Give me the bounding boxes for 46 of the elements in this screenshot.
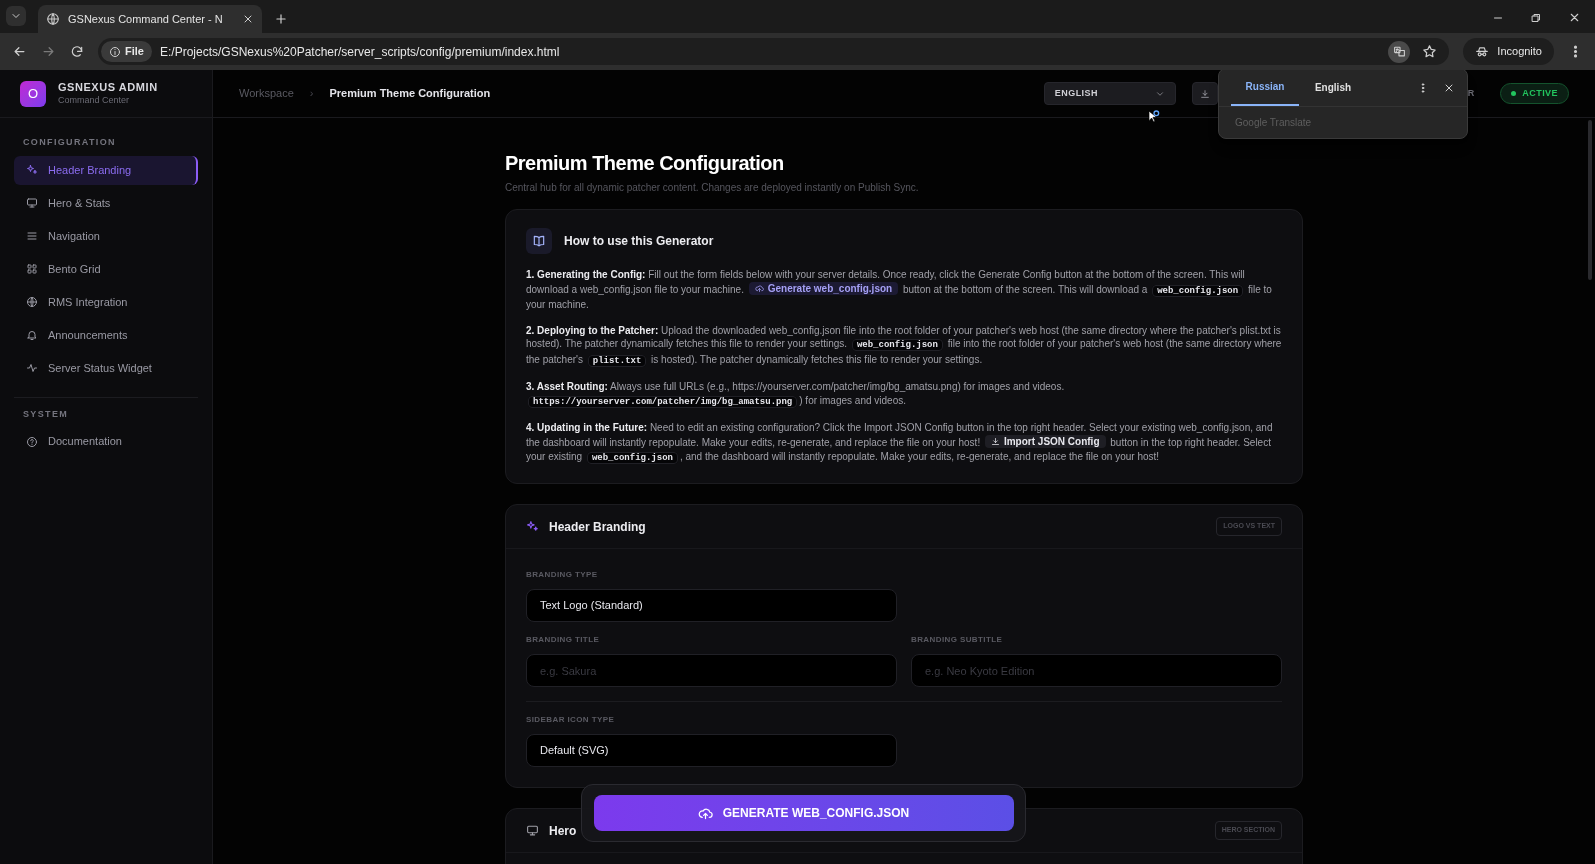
page-subtitle: Central hub for all dynamic patcher content. Changes are deployed instantly on Publish Sync. <box>505 181 920 195</box>
instruction-paragraph: 2. Deploying to the Patcher: Upload the downloaded web_config.json file into the root folder of your patcher's web host (the same directory where the patcher's plist.txt is hosted). The patcher dynamically fetches this file to render your settings. web_config.json file into the root folder of your patcher's web host (the same directory where the patcher's plist.txt is hosted). The patcher dynamically fetches this file to render your settings. <box>526 323 1282 369</box>
page-title: Premium Theme Configuration <box>505 151 785 176</box>
field-label: BRANDING TYPE <box>526 569 599 581</box>
guide-title: How to use this Generator <box>564 233 714 250</box>
input-field[interactable]: e.g. Neo Kyoto Edition <box>911 654 1282 687</box>
sidebar-item[interactable]: Announcements <box>14 320 198 350</box>
select-field[interactable]: Default (SVG) <box>526 734 897 767</box>
instruction-paragraph: 3. Asset Routing: Always use full URLs (e.g., https://yourserver.com/patcher/img/bg_amatsu.png) for images and videos. https://yourserver.com/patcher/img/bg_amatsu.png ) for images and videos. <box>526 380 1066 410</box>
sidebar-item[interactable]: Documentation <box>14 427 198 456</box>
input-field[interactable]: e.g. Sakura <box>526 654 897 687</box>
language-tab[interactable]: English <box>1299 70 1367 106</box>
field-label: BRANDING SUBTITLE <box>911 634 1004 646</box>
field-label: BRANDING TITLE <box>526 634 601 646</box>
tab-title: GSNexus Command Center - N <box>68 11 223 27</box>
instruction-paragraph: 1. Generating the Config: Fill out the form fields below with your server details. Once ready, click the Generate Config button at the bottom of the screen. This will download a web_config.json file to your machine. Generate web_config.json button at the bottom of the screen. This will download a web_config.json file to your machine. <box>526 268 1273 312</box>
status-badge: ACTIVE <box>1500 83 1569 104</box>
sidebar-item[interactable]: Server Status Widget <box>14 353 198 383</box>
sidebar-item[interactable]: RMS Integration <box>14 287 198 317</box>
breadcrumb[interactable]: Premium Theme Configuration <box>329 85 491 102</box>
button-text-fragment: R <box>1467 86 1475 100</box>
address-bar[interactable]: File E:/Projects/GSNexus%20Patcher/server_scripts/config/premium/index.html <box>98 38 1450 65</box>
sidebar-item[interactable]: Bento Grid <box>14 254 198 284</box>
site-info-chip[interactable]: File <box>101 41 152 62</box>
generate-button[interactable]: GENERATE WEB_CONFIG.JSON <box>593 795 1014 831</box>
app-logo: O <box>20 80 46 107</box>
section-title: Hero <box>549 822 577 840</box>
brand-subtitle: Command Center <box>58 94 131 106</box>
incognito-button[interactable]: Incognito <box>1463 38 1554 65</box>
language-tab[interactable]: Russian <box>1231 70 1299 106</box>
inline-button[interactable]: Import JSON Config <box>984 434 1106 449</box>
url-text: E:/Projects/GSNexus%20Patcher/server_scripts/config/premium/index.html <box>159 43 560 61</box>
instruction-paragraph: 4. Updating in the Future: Need to edit an existing configuration? Click the Import JSON Config button in the top right header. Select your existing web_config.json, and the dashboard will instantly repopulate. Make your edits, re-generate, and replace the file on your host! Import JSON Config button in the top right header. Select your existing web_config.json , and the dashboard will instantly repopulate. Make your edits, re-generate, and replace the file on your host! <box>526 421 1274 465</box>
sidebar-item[interactable]: Hero & Stats <box>14 188 198 218</box>
language-select[interactable]: ENGLISH <box>1043 82 1176 105</box>
section-heading: CONFIGURATION <box>22 136 117 149</box>
brand-name: GSNEXUS ADMIN <box>58 81 158 95</box>
select-field[interactable]: Text Logo (Standard) <box>526 589 897 622</box>
section-title: Header Branding <box>549 518 646 536</box>
inline-button[interactable]: Generate web_config.json <box>748 281 899 295</box>
sidebar-item[interactable]: Navigation <box>14 221 198 251</box>
browser-tab[interactable]: GSNexus Command Center - N <box>38 5 262 33</box>
section-heading: SYSTEM <box>22 407 70 421</box>
field-label: SIDEBAR ICON TYPE <box>526 714 616 726</box>
sidebar-item[interactable]: Header Branding <box>14 155 198 185</box>
breadcrumb-separator: › <box>309 86 314 102</box>
